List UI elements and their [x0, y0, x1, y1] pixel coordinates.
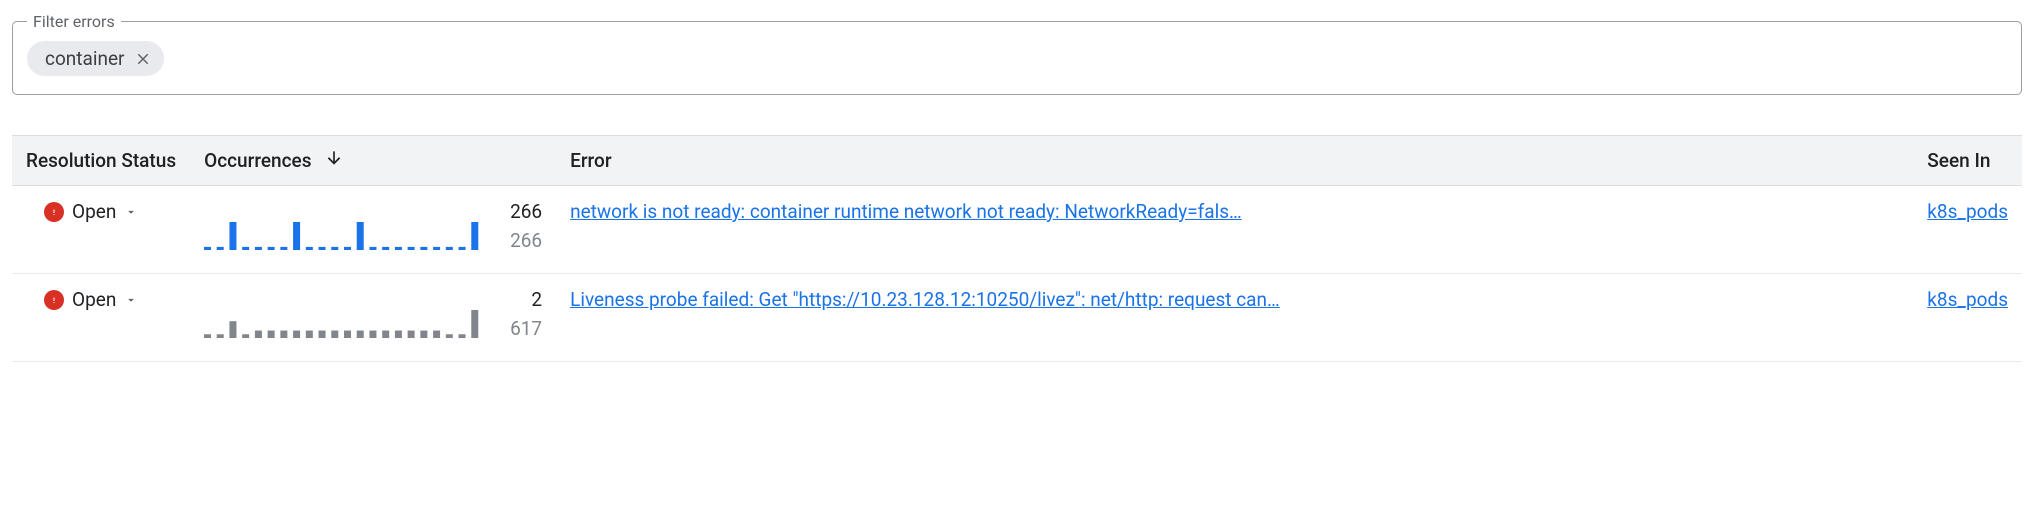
status-dropdown[interactable]: Open — [26, 196, 138, 223]
header-occurrences[interactable]: Occurrences — [190, 136, 556, 186]
status-dropdown[interactable]: Open — [26, 284, 138, 311]
table-row: Open 2 617 Liveness probe failed: Get "h… — [12, 274, 2022, 362]
header-occurrences-label: Occurrences — [204, 149, 311, 172]
status-label: Open — [72, 288, 116, 311]
header-resolution-status[interactable]: Resolution Status — [12, 136, 190, 186]
sparkline-chart — [204, 310, 484, 343]
occurrences-count: 266 — [510, 198, 542, 227]
header-error[interactable]: Error — [556, 136, 1913, 186]
filter-legend: Filter errors — [27, 12, 121, 31]
sparkline-chart — [204, 222, 484, 255]
error-message-link[interactable]: Liveness probe failed: Get "https://10.2… — [570, 284, 1280, 311]
error-icon — [44, 290, 64, 310]
status-label: Open — [72, 200, 116, 223]
filter-chip-label: container — [45, 47, 124, 70]
occurrences-total: 617 — [510, 315, 542, 344]
filter-chip[interactable]: container — [27, 41, 164, 76]
close-icon[interactable] — [134, 50, 152, 68]
error-message-link[interactable]: network is not ready: container runtime … — [570, 196, 1242, 223]
seen-in-link[interactable]: k8s_pods — [1927, 284, 2008, 311]
table-row: Open 266 266 network is not ready: conta… — [12, 186, 2022, 274]
seen-in-link[interactable]: k8s_pods — [1927, 196, 2008, 223]
arrow-down-icon — [324, 148, 344, 173]
errors-table: Resolution Status Occurrences Error Seen… — [12, 135, 2022, 362]
occurrences-total: 266 — [510, 227, 542, 256]
occurrences-count: 2 — [531, 286, 542, 315]
filter-errors-fieldset[interactable]: Filter errors container — [12, 12, 2022, 95]
header-seen-in[interactable]: Seen In — [1913, 136, 2022, 186]
table-header-row: Resolution Status Occurrences Error Seen… — [12, 136, 2022, 186]
chevron-down-icon — [124, 293, 138, 307]
error-icon — [44, 202, 64, 222]
chevron-down-icon — [124, 205, 138, 219]
